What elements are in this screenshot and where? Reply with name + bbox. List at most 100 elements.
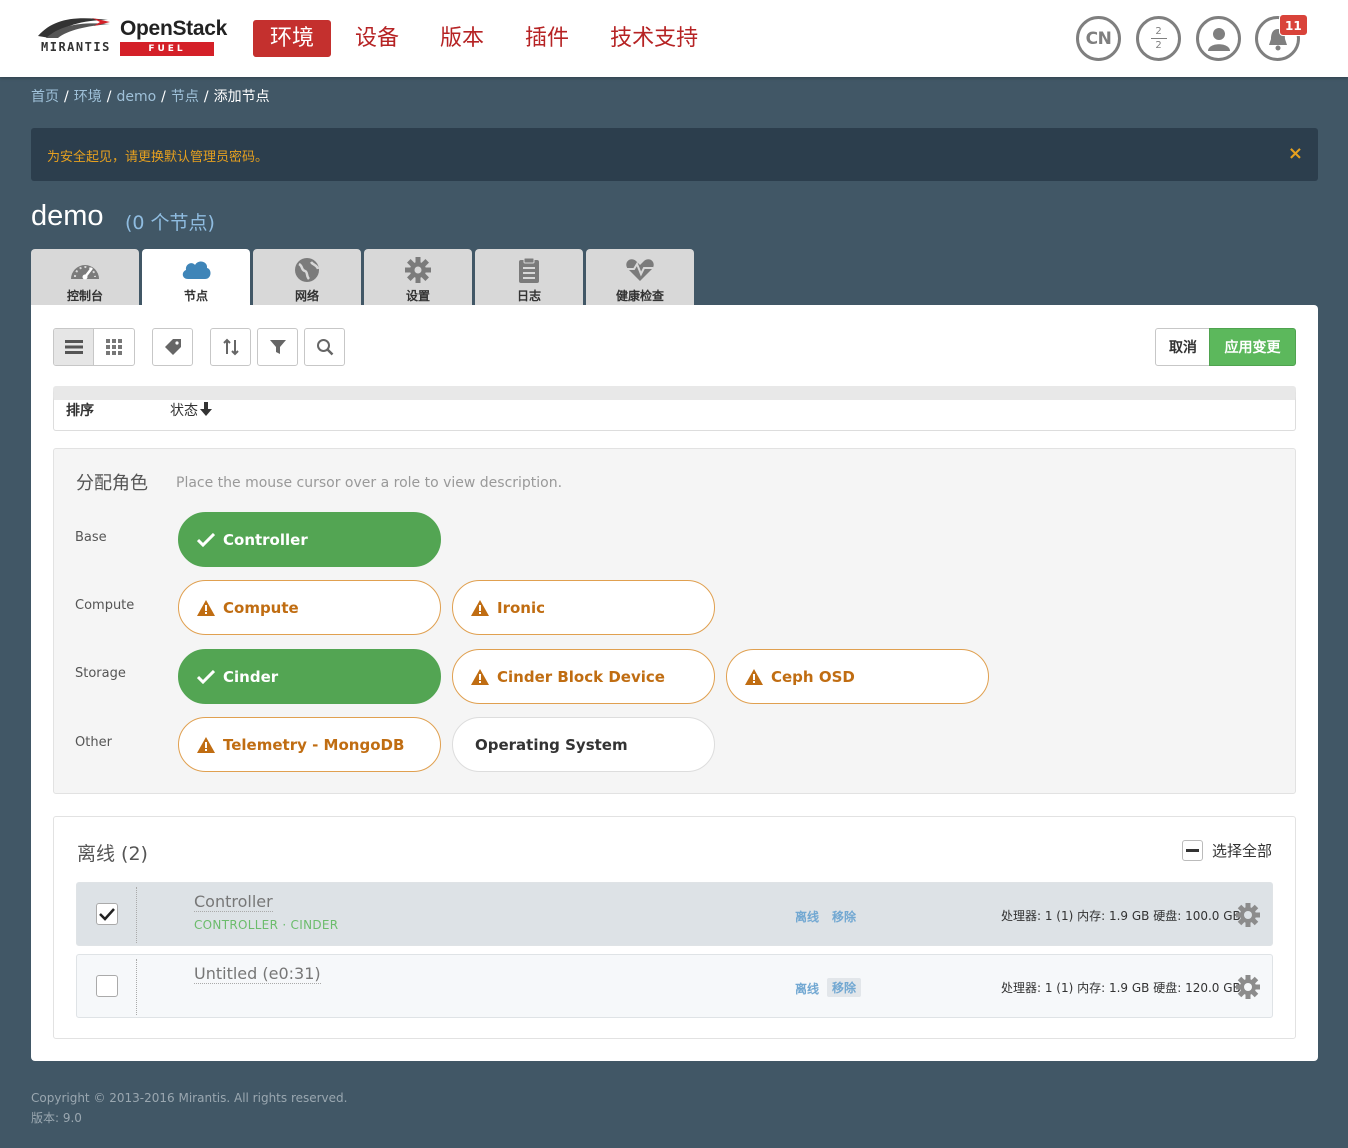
roles-hint: Place the mouse cursor over a role to vi… [176, 475, 563, 491]
row-divider [136, 887, 137, 943]
node-name[interactable]: Untitled (e0:31) [194, 964, 321, 984]
role-ironic[interactable]: Ironic [452, 580, 715, 635]
search-icon [316, 339, 333, 356]
breadcrumb-nodes[interactable]: 节点 [171, 89, 199, 105]
select-all-checkbox[interactable]: 选择全部 [1182, 840, 1272, 861]
footer-copyright: Copyright © 2013-2016 Mirantis. All righ… [31, 1091, 348, 1105]
node-name[interactable]: Controller [194, 892, 273, 912]
node-roles: CONTROLLER · CINDER [194, 918, 339, 932]
gear-icon [405, 257, 431, 283]
node-checkbox[interactable] [96, 903, 118, 925]
close-icon[interactable]: × [1288, 143, 1303, 164]
breadcrumb-home[interactable]: 首页 [31, 89, 59, 105]
tab-network[interactable]: 网络 [253, 249, 361, 305]
tab-logs-label: 日志 [516, 289, 541, 303]
dashboard-gauge-icon [71, 265, 99, 280]
node-remove-link[interactable]: 移除 [827, 978, 862, 997]
role-ceph-osd-label: Ceph OSD [771, 667, 855, 686]
nav-support[interactable]: 技术支持 [593, 20, 715, 57]
tab-health-check[interactable]: 健康检查 [586, 249, 694, 305]
node-row[interactable]: Untitled (e0:31) 离线 移除 处理器: 1 (1) 内存: 1.… [76, 954, 1273, 1018]
page-title: demo [31, 200, 104, 232]
mirantis-logo-icon [38, 18, 110, 38]
heartbeat-icon [626, 259, 654, 281]
nav-equipment[interactable]: 设备 [338, 20, 416, 57]
stats-divider [1150, 38, 1167, 39]
node-count: (0 个节点) [125, 212, 215, 234]
select-all-label: 选择全部 [1212, 842, 1273, 860]
node-status: 离线 [795, 910, 820, 924]
fuel-logo[interactable]: MIRANTIS OpenStack FUEL [36, 16, 227, 60]
node-group-title: 离线 (2) [77, 843, 148, 865]
warning-icon [197, 736, 215, 753]
user-menu-button[interactable] [1196, 16, 1241, 61]
role-operating-system[interactable]: Operating System [452, 717, 715, 772]
tab-nodes[interactable]: 节点 [142, 249, 250, 306]
gear-icon[interactable] [1235, 902, 1261, 928]
node-specs: 处理器: 1 (1) 内存: 1.9 GB 硬盘: 100.0 GB [1001, 909, 1241, 923]
tab-logs[interactable]: 日志 [475, 249, 583, 305]
role-cinder-label: Cinder [223, 667, 279, 686]
fuel-wordmark: FUEL [120, 42, 214, 56]
node-row[interactable]: Controller CONTROLLER · CINDER 离线 移除 处理器… [76, 882, 1273, 946]
warning-icon [745, 668, 763, 685]
role-cinder-block-device[interactable]: Cinder Block Device [452, 649, 715, 704]
list-view-button[interactable] [54, 329, 94, 365]
sort-arrows-icon [222, 338, 239, 356]
list-icon [64, 340, 83, 354]
footer-version: 版本: 9.0 [31, 1111, 82, 1125]
role-cinder-block-device-label: Cinder Block Device [497, 667, 665, 686]
apply-changes-button[interactable]: 应用变更 [1209, 328, 1296, 366]
node-stats-button[interactable]: 2 2 [1136, 16, 1181, 61]
search-button[interactable] [304, 328, 345, 366]
nav-environments[interactable]: 环境 [253, 20, 332, 57]
sort-status-button[interactable]: 状态 [170, 400, 212, 420]
nodes-panel: 取消 应用变更 排序 状态 分配角色 Place the mouse curso… [31, 305, 1318, 1061]
view-mode-toggle [53, 328, 135, 366]
role-telemetry-mongodb[interactable]: Telemetry - MongoDB [178, 717, 441, 772]
role-cinder[interactable]: Cinder [178, 649, 441, 704]
nav-plugins[interactable]: 插件 [508, 20, 586, 57]
filter-button[interactable] [257, 328, 298, 366]
breadcrumb-environments[interactable]: 环境 [74, 89, 102, 105]
breadcrumb: 首页 / 环境 / demo / 节点 / 添加节点 [31, 89, 270, 105]
role-controller[interactable]: Controller [178, 512, 441, 567]
cloud-icon [182, 261, 211, 279]
tab-settings[interactable]: 设置 [364, 249, 472, 305]
labels-button[interactable] [152, 328, 193, 366]
main-nav: 环境 设备 版本 插件 技术支持 [253, 20, 722, 58]
roles-title: 分配角色 [76, 473, 148, 494]
nav-releases[interactable]: 版本 [423, 20, 501, 57]
role-category-storage: Storage [75, 666, 126, 681]
role-assignment-panel: 分配角色 Place the mouse cursor over a role … [53, 448, 1296, 794]
breadcrumb-demo[interactable]: demo [116, 89, 156, 105]
tag-icon [164, 339, 181, 355]
node-checkbox[interactable] [96, 975, 118, 997]
indeterminate-checkbox-icon [1182, 840, 1203, 861]
stats-total: 2 [1155, 26, 1162, 37]
checkmark-icon [197, 532, 215, 547]
checkmark-icon [99, 907, 115, 921]
tab-dashboard[interactable]: 控制台 [31, 249, 139, 305]
role-compute-label: Compute [223, 598, 299, 617]
node-specs: 处理器: 1 (1) 内存: 1.9 GB 硬盘: 120.0 GB [1001, 981, 1241, 995]
role-ceph-osd[interactable]: Ceph OSD [726, 649, 989, 704]
gear-icon[interactable] [1235, 974, 1261, 1000]
role-category-other: Other [75, 735, 112, 750]
cancel-button[interactable]: 取消 [1155, 328, 1211, 366]
role-controller-label: Controller [223, 530, 308, 549]
node-status: 离线 [795, 982, 820, 996]
role-category-base: Base [75, 530, 107, 545]
filter-icon [269, 340, 286, 354]
checkmark-icon [197, 669, 215, 684]
sort-key-label: 状态 [170, 403, 198, 419]
role-ironic-label: Ironic [497, 598, 545, 617]
mirantis-wordmark: MIRANTIS [41, 40, 111, 54]
grid-view-button[interactable] [94, 329, 134, 365]
sort-button[interactable] [210, 328, 251, 366]
language-switch-button[interactable]: CN [1076, 16, 1121, 61]
grid-icon [106, 339, 122, 355]
role-compute[interactable]: Compute [178, 580, 441, 635]
tab-health-check-label: 健康检查 [615, 289, 664, 303]
node-remove-link[interactable]: 移除 [827, 907, 861, 926]
